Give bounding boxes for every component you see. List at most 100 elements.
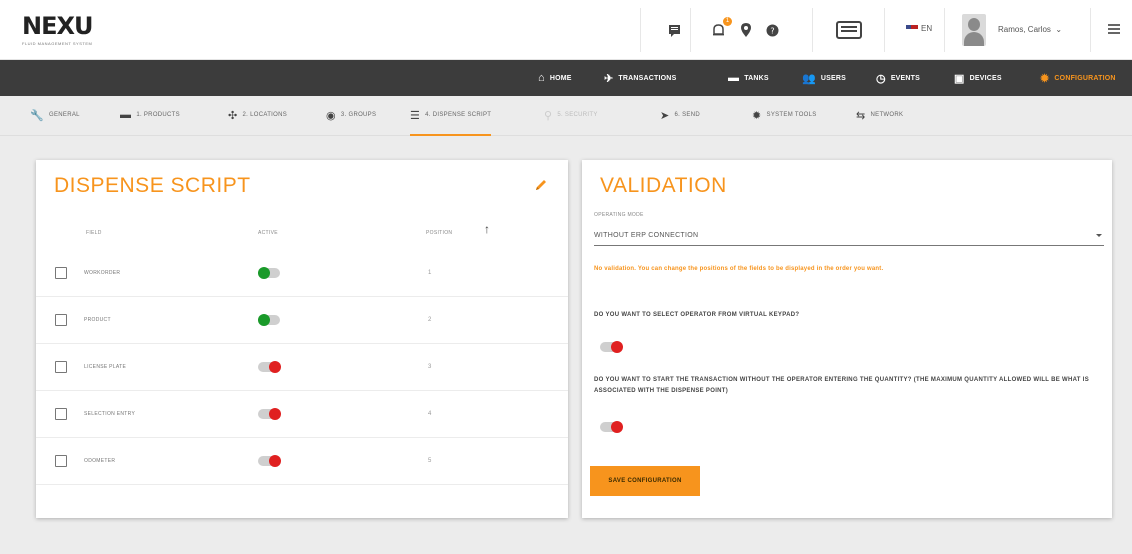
column-header-position[interactable]: POSITION: [426, 230, 452, 236]
nav-label: TRANSACTIONS: [618, 74, 677, 82]
avatar[interactable]: [962, 14, 986, 46]
main-navigation: ⌂ HOME ✈ TRANSACTIONS ▬ TANKS 👥 USERS ◷ …: [0, 60, 1132, 96]
list-icon: ☰: [410, 109, 421, 122]
logo[interactable]: NEXU FLUID MANAGEMENT SYSTEM: [22, 12, 93, 46]
subnav-label: 6. SEND: [674, 112, 700, 118]
nav-item-events[interactable]: ◷ EVENTS: [876, 60, 920, 96]
header-divider: [812, 8, 813, 52]
column-header-active: ACTIVE: [258, 230, 278, 236]
row-checkbox[interactable]: [55, 361, 67, 373]
dispense-script-card: DISPENSE SCRIPT FIELD ACTIVE POSITION ↑ …: [36, 160, 568, 518]
products-icon: ▬: [120, 109, 132, 121]
subnav-label: SYSTEM TOOLS: [766, 112, 817, 118]
header-divider: [944, 8, 945, 52]
nav-item-tanks[interactable]: ▬ TANKS: [728, 60, 769, 96]
subnav-item-send[interactable]: ➤ 6. SEND: [660, 96, 700, 134]
row-field-label: ODOMETER: [84, 458, 116, 464]
wrench-icon: 🔧: [30, 109, 44, 122]
nav-label: CONFIGURATION: [1054, 74, 1116, 82]
subnav-item-dispense-script[interactable]: ☰ 4. DISPENSE SCRIPT: [410, 96, 492, 136]
row-position: 4: [428, 411, 432, 417]
nav-item-home[interactable]: ⌂ HOME: [538, 60, 572, 96]
subnav-item-general[interactable]: 🔧 GENERAL: [30, 96, 80, 134]
subnav-item-system-tools[interactable]: ✹ SYSTEM TOOLS: [752, 96, 817, 134]
subnav-item-locations[interactable]: ✣ 2. LOCATIONS: [228, 96, 287, 134]
table-row: PRODUCT 2: [36, 297, 568, 344]
table-row: SELECTION ENTRY 4: [36, 391, 568, 438]
operating-mode-value: WITHOUT ERP CONNECTION: [594, 232, 699, 239]
table-row: WORKORDER 1: [36, 250, 568, 297]
subnav-item-groups[interactable]: ◉ 3. GROUPS: [326, 96, 376, 134]
gear-icon: ✹: [1040, 72, 1050, 85]
tank-icon: ▬: [728, 72, 740, 84]
nav-label: USERS: [820, 74, 847, 82]
row-active-toggle[interactable]: [258, 314, 280, 326]
network-icon: ⇆: [856, 109, 866, 122]
row-field-label: SELECTION ENTRY: [84, 411, 136, 417]
notifications-icon[interactable]: 1: [710, 17, 732, 38]
nav-label: HOME: [549, 74, 572, 82]
alarm-icon: ◷: [876, 72, 886, 85]
nav-label: DEVICES: [969, 74, 1002, 82]
notification-badge: 1: [723, 17, 732, 26]
security-icon: ⚲: [544, 109, 553, 122]
row-active-toggle[interactable]: [258, 361, 281, 373]
edit-pencil-icon[interactable]: [534, 178, 548, 192]
operating-mode-label: OPERATING MODE: [594, 212, 644, 218]
row-active-toggle[interactable]: [258, 267, 280, 279]
save-configuration-button[interactable]: SAVE CONFIGURATION: [590, 466, 700, 496]
subnav-label: GENERAL: [49, 112, 80, 118]
location-pin-icon[interactable]: [738, 22, 754, 38]
chat-icon[interactable]: [666, 22, 682, 38]
operating-mode-select[interactable]: WITHOUT ERP CONNECTION: [594, 226, 1104, 246]
row-active-toggle[interactable]: [258, 455, 281, 467]
dropdown-caret-icon: [1096, 234, 1102, 237]
language-label: EN: [921, 24, 933, 33]
header-divider: [884, 8, 885, 52]
nav-label: EVENTS: [890, 74, 921, 82]
subnav-item-security: ⚲ 5. SECURITY: [544, 96, 598, 134]
tools-icon: ✹: [752, 109, 762, 122]
virtual-keypad-toggle[interactable]: [600, 341, 623, 353]
row-checkbox[interactable]: [55, 314, 67, 326]
row-field-label: WORKORDER: [84, 270, 121, 276]
logo-text: NEXU: [22, 12, 93, 40]
row-position: 1: [428, 270, 432, 276]
keyboard-icon[interactable]: [836, 21, 862, 39]
subnav-label: 1. PRODUCTS: [136, 112, 180, 118]
header-divider: [690, 8, 691, 52]
language-selector[interactable]: EN: [906, 24, 932, 33]
row-checkbox[interactable]: [55, 267, 67, 279]
row-checkbox[interactable]: [55, 455, 67, 467]
sub-navigation: 🔧 GENERAL ▬ 1. PRODUCTS ✣ 2. LOCATIONS ◉…: [0, 96, 1132, 136]
row-checkbox[interactable]: [55, 408, 67, 420]
validation-notice: No validation. You can change the positi…: [594, 266, 884, 272]
row-field-label: LICENSE PLATE: [84, 364, 127, 370]
nav-item-devices[interactable]: ▣ DEVICES: [954, 60, 1002, 96]
header-divider: [640, 8, 641, 52]
row-position: 5: [428, 458, 432, 464]
device-icon: ▣: [954, 72, 965, 85]
subnav-label: 2. LOCATIONS: [242, 112, 288, 118]
nav-item-transactions[interactable]: ✈ TRANSACTIONS: [604, 60, 676, 96]
subnav-label: 5. SECURITY: [557, 112, 598, 118]
help-icon[interactable]: ?: [764, 22, 780, 38]
subnav-item-products[interactable]: ▬ 1. PRODUCTS: [120, 96, 180, 134]
dispense-script-title: DISPENSE SCRIPT: [54, 174, 251, 197]
table-row: LICENSE PLATE 3: [36, 344, 568, 391]
hamburger-menu-icon[interactable]: [1108, 24, 1120, 34]
user-name[interactable]: Ramos, Carlos ⌄: [998, 25, 1062, 34]
row-position: 2: [428, 317, 432, 323]
start-without-quantity-toggle[interactable]: [600, 421, 623, 433]
row-active-toggle[interactable]: [258, 408, 281, 420]
nav-item-configuration[interactable]: ✹ CONFIGURATION: [1040, 60, 1116, 96]
sort-up-arrow-icon[interactable]: ↑: [484, 222, 490, 236]
column-header-field: FIELD: [86, 230, 102, 236]
subnav-item-network[interactable]: ⇆ NETWORK: [856, 96, 903, 134]
table-row: ODOMETER 5: [36, 438, 568, 485]
send-icon: ➤: [660, 109, 670, 122]
nav-item-users[interactable]: 👥 USERS: [802, 60, 846, 96]
home-icon: ⌂: [538, 72, 545, 84]
validation-title: VALIDATION: [600, 174, 727, 197]
logo-subtitle: FLUID MANAGEMENT SYSTEM: [22, 41, 93, 46]
